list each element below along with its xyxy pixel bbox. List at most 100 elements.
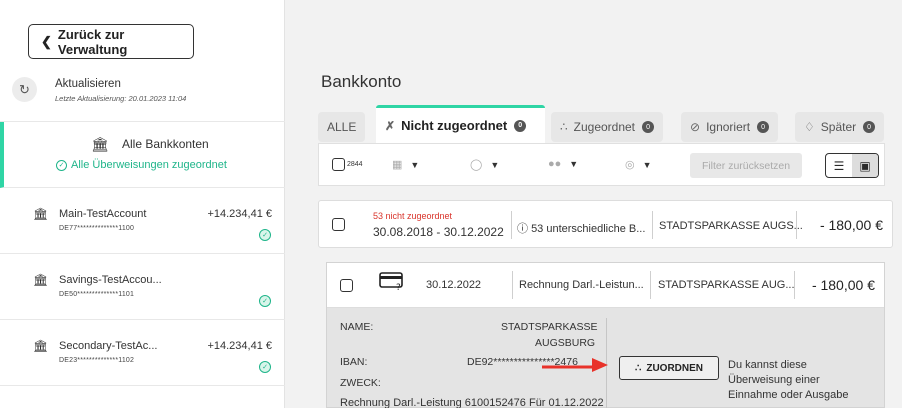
person-filter-dropdown[interactable]: ●● ▼ — [548, 158, 578, 170]
bell-icon: ♢ — [804, 120, 815, 134]
divider — [512, 271, 513, 299]
transaction-group-row[interactable]: 53 nicht zugeordnet 30.08.2018 - 30.12.2… — [318, 200, 893, 248]
transaction-amount: - 180,00 € — [811, 277, 875, 293]
name-label: NAME: — [340, 321, 374, 333]
caret-down-icon: ▼ — [569, 159, 579, 169]
account-balance: +14.234,41 € — [207, 340, 272, 352]
tab-count: 0 — [514, 119, 527, 132]
all-assigned-text: Alle Überweisungen zugeordnet — [71, 159, 227, 171]
iban-label: IBAN: — [340, 356, 368, 368]
all-assigned-status: ✓ Alle Überweisungen zugeordnet — [56, 159, 227, 171]
bank-icon: 🏛 — [33, 339, 49, 353]
check-circle-icon: ✓ — [259, 295, 271, 307]
tab-later[interactable]: ♢ Später 0 — [795, 112, 885, 142]
group-bank: STADTSPARKASSE AUGS... — [659, 220, 803, 232]
divider — [794, 271, 795, 299]
sidebar: ❮ Zurück zur Verwaltung ↻ Aktualisieren … — [0, 0, 285, 408]
tab-label: ALLE — [327, 120, 357, 134]
purpose-label: ZWECK: — [340, 377, 381, 389]
link-icon: ∴ — [560, 120, 568, 134]
tab-label: Nicht zugeordnet — [401, 118, 508, 133]
date-filter-dropdown[interactable]: ▦ ▼ — [392, 158, 419, 171]
coin-icon: ◎ — [625, 159, 635, 171]
svg-text:?: ? — [396, 283, 401, 290]
page-title: Bankkonto — [321, 72, 402, 91]
divider — [652, 211, 653, 239]
group-checkbox[interactable] — [332, 218, 345, 231]
grouped-view-icon[interactable]: ▣ — [852, 154, 878, 177]
link-icon: ∴ — [634, 362, 642, 374]
sidebar-item-savings-account[interactable]: 🏛 Savings-TestAccou... DE50*************… — [0, 254, 285, 320]
reset-filter-button[interactable]: Filter zurücksetzen — [690, 153, 802, 178]
list-view-icon[interactable]: ☰ — [826, 154, 852, 177]
assign-button-label: ZUORDNEN — [646, 362, 704, 374]
back-to-administration-button[interactable]: ❮ Zurück zur Verwaltung — [28, 24, 194, 59]
check-circle-icon: ✓ — [56, 159, 67, 171]
divider — [511, 211, 512, 239]
tab-ignored[interactable]: ⊘ Ignoriert 0 — [681, 112, 779, 142]
refresh-row[interactable]: ↻ Aktualisieren Letzte Aktualisierung: 2… — [0, 70, 285, 122]
last-update-text: Letzte Aktualisierung: 20.01.2023 11:04 — [55, 94, 187, 103]
tab-count: 0 — [863, 121, 876, 133]
account-iban: DE77**************1100 — [59, 225, 135, 232]
transaction-detail-panel: ? 30.12.2022 Rechnung Darl.-Leistun... S… — [326, 262, 885, 408]
sidebar-item-secondary-account[interactable]: 🏛 Secondary-TestAc... DE23**************… — [0, 320, 285, 386]
check-circle-icon: ✓ — [259, 361, 271, 373]
name-value-line2: AUGSBURG — [535, 337, 596, 349]
name-value-line1: STADTSPARKASSE — [501, 321, 598, 333]
eye-off-icon: ⊘ — [690, 120, 701, 134]
calendar-icon: ▦ — [392, 159, 403, 171]
red-arrow-annotation — [542, 358, 608, 372]
tab-assigned[interactable]: ∴ Zugeordnet 0 — [551, 112, 664, 142]
transaction-date: 30.12.2022 — [426, 279, 482, 291]
transaction-row[interactable]: ? 30.12.2022 Rechnung Darl.-Leistun... S… — [327, 263, 884, 308]
refresh-icon[interactable]: ↻ — [12, 77, 37, 102]
tab-label: Ignoriert — [706, 120, 751, 134]
select-all-checkbox[interactable] — [332, 158, 345, 171]
sidebar-item-all-accounts[interactable]: 🏛 Alle Bankkonten ✓ Alle Überweisungen z… — [0, 122, 285, 188]
tab-count: 0 — [757, 121, 770, 133]
all-accounts-label: Alle Bankkonten — [122, 137, 209, 151]
assign-hint: Du kannst diese Überweisung einer Einnah… — [728, 359, 849, 401]
tab-unassigned[interactable]: ✗ Nicht zugeordnet 0 — [376, 105, 545, 143]
bank-icon: 🏛 — [91, 136, 109, 152]
account-name: Main-TestAccount — [59, 208, 147, 220]
check-circle-icon: ✓ — [259, 229, 271, 241]
amount-filter-dropdown[interactable]: ◎ ▼ — [625, 158, 652, 171]
chevron-left-icon: ❮ — [41, 33, 52, 49]
group-info-text: 53 unterschiedliche B... — [531, 223, 646, 235]
transaction-bank: STADTSPARKASSE AUG... — [658, 279, 795, 291]
card-question-icon: ? — [379, 272, 403, 290]
refresh-title: Aktualisieren — [55, 78, 121, 90]
unassigned-count: 53 nicht zugeordnet — [373, 211, 453, 221]
group-amount: - 180,00 € — [819, 217, 883, 233]
back-button-label: Zurück zur Verwaltung — [57, 26, 128, 57]
tab-label: Später — [820, 120, 857, 134]
select-all-count: 2844 — [347, 161, 363, 168]
sidebar-item-main-account[interactable]: 🏛 Main-TestAccount DE77**************110… — [0, 188, 285, 254]
caret-down-icon: ▼ — [410, 159, 420, 170]
purpose-value: Rechnung Darl.-Leistung 6100152476 Für 0… — [340, 397, 604, 408]
select-all[interactable]: 2844 — [332, 158, 363, 171]
date-range: 30.08.2018 - 30.12.2022 — [373, 225, 504, 239]
divider — [650, 271, 651, 299]
caret-down-icon: ▼ — [642, 159, 652, 170]
assign-button[interactable]: ∴ ZUORDNEN — [619, 356, 719, 380]
account-name: Secondary-TestAc... — [59, 340, 158, 352]
unlink-icon: ✗ — [385, 118, 396, 133]
comment-filter-dropdown[interactable]: ◯ ▼ — [470, 158, 499, 171]
account-iban: DE50**************1101 — [59, 291, 135, 298]
account-name: Savings-TestAccou... — [59, 274, 162, 286]
bank-icon: 🏛 — [33, 273, 49, 287]
transaction-checkbox[interactable] — [340, 279, 353, 292]
account-balance: +14.234,41 € — [207, 208, 272, 220]
tab-count: 0 — [642, 121, 655, 133]
view-toggle[interactable]: ☰ ▣ — [825, 153, 879, 178]
transaction-purpose: Rechnung Darl.-Leistun... — [519, 279, 644, 291]
tab-label: Zugeordnet — [573, 120, 636, 134]
filter-bar: 2844 ▦ ▼ ◯ ▼ ●● ▼ ◎ ▼ Filter zurücksetzen ☰ … — [318, 143, 885, 186]
caret-down-icon: ▼ — [490, 159, 500, 170]
bank-icon: 🏛 — [33, 207, 49, 221]
tab-all[interactable]: ALLE — [318, 112, 366, 142]
divider — [796, 211, 797, 239]
